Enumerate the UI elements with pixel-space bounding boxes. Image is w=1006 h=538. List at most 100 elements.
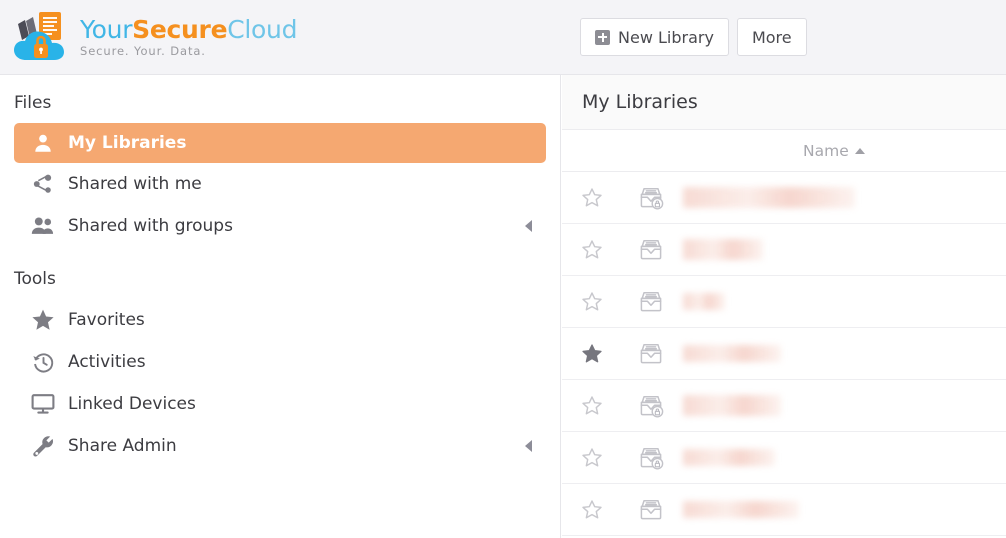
- library-icon: [638, 237, 664, 263]
- table-row[interactable]: [562, 380, 1006, 432]
- brand-wordmark: YourSecureCloud Secure. Your. Data.: [80, 17, 297, 58]
- sidebar-item-label: Share Admin: [68, 436, 177, 456]
- wrench-icon: [26, 435, 60, 458]
- table-row[interactable]: [562, 172, 1006, 224]
- collapse-caret-icon[interactable]: [525, 220, 532, 232]
- sidebar-item-label: Shared with me: [68, 174, 202, 194]
- sidebar-item-activities[interactable]: Activities: [14, 341, 546, 383]
- sidebar-item-shared-with-me[interactable]: Shared with me: [14, 163, 546, 205]
- star-outline-icon[interactable]: [581, 187, 603, 209]
- star-filled-icon[interactable]: [581, 343, 603, 365]
- share-nodes-icon: [26, 173, 60, 195]
- brand-word-secure: Secure: [132, 14, 228, 44]
- sidebar-item-label: Linked Devices: [68, 394, 196, 414]
- sidebar-section-title-tools: Tools: [14, 269, 56, 289]
- library-icon: [638, 497, 664, 523]
- brand-title: YourSecureCloud: [80, 17, 297, 42]
- brand-logo[interactable]: YourSecureCloud Secure. Your. Data.: [12, 6, 297, 68]
- library-name-cell[interactable]: [679, 187, 1006, 208]
- sidebar-item-label: Activities: [68, 352, 146, 372]
- library-name-cell[interactable]: [679, 449, 1006, 466]
- column-header-name[interactable]: Name: [803, 142, 865, 160]
- user-icon: [26, 132, 60, 154]
- history-clock-icon: [26, 351, 60, 374]
- library-name-cell[interactable]: [679, 395, 1006, 416]
- star-outline-icon[interactable]: [581, 499, 603, 521]
- app-root: YourSecureCloud Secure. Your. Data. New …: [0, 0, 1006, 538]
- top-header: YourSecureCloud Secure. Your. Data. New …: [0, 0, 1006, 75]
- library-name-redacted: [683, 501, 799, 518]
- table-row[interactable]: [562, 276, 1006, 328]
- star-outline-icon[interactable]: [581, 239, 603, 261]
- library-name-cell[interactable]: [679, 239, 1006, 260]
- library-type-cell: [622, 497, 679, 523]
- monitor-icon: [26, 393, 60, 415]
- library-type-cell: [622, 341, 679, 367]
- new-library-button-label: New Library: [618, 27, 714, 47]
- star-outline-icon[interactable]: [581, 395, 603, 417]
- library-name-redacted: [683, 293, 725, 310]
- library-type-cell: [622, 393, 679, 419]
- favorite-cell: [562, 395, 622, 417]
- users-group-icon: [26, 215, 60, 237]
- star-outline-icon[interactable]: [581, 447, 603, 469]
- library-name-redacted: [683, 395, 781, 416]
- sidebar-item-shared-with-groups[interactable]: Shared with groups: [14, 205, 546, 247]
- main-panel-header: My Libraries: [562, 75, 1006, 130]
- yoursecurecloud-logo-icon: [12, 8, 74, 66]
- library-name-redacted: [683, 449, 775, 466]
- star-outline-icon[interactable]: [581, 291, 603, 313]
- favorite-cell: [562, 499, 622, 521]
- sidebar-item-linked-devices[interactable]: Linked Devices: [14, 383, 546, 425]
- sidebar-item-label: My Libraries: [68, 133, 187, 153]
- more-button-label: More: [751, 27, 792, 47]
- column-header-name-cell: Name: [679, 142, 1006, 160]
- library-icon: [638, 289, 664, 315]
- column-header-name-label: Name: [803, 141, 849, 160]
- favorite-cell: [562, 291, 622, 313]
- library-table-body: [562, 172, 1006, 536]
- sidebar-item-favorites[interactable]: Favorites: [14, 299, 546, 341]
- brand-tagline: Secure. Your. Data.: [80, 43, 206, 58]
- sidebar-item-my-libraries[interactable]: My Libraries: [14, 123, 546, 163]
- sidebar-section-title-files: Files: [14, 93, 52, 113]
- plus-square-icon: [595, 29, 610, 45]
- library-icon: [638, 341, 664, 367]
- favorite-cell: [562, 239, 622, 261]
- brand-word-cloud: Cloud: [227, 14, 298, 44]
- library-name-cell[interactable]: [679, 293, 1006, 310]
- favorite-cell: [562, 343, 622, 365]
- library-type-cell: [622, 237, 679, 263]
- library-name-cell[interactable]: [679, 345, 1006, 362]
- caret-up-icon: [854, 147, 865, 154]
- brand-word-your: Your: [80, 14, 133, 44]
- new-library-button[interactable]: New Library: [580, 18, 729, 56]
- page-title: My Libraries: [582, 91, 698, 113]
- table-row[interactable]: [562, 484, 1006, 536]
- collapse-caret-icon[interactable]: [525, 440, 532, 452]
- library-encrypted-icon: [638, 445, 664, 471]
- library-encrypted-icon: [638, 393, 664, 419]
- library-type-cell: [622, 445, 679, 471]
- main-panel: My Libraries Name: [562, 75, 1006, 538]
- star-filled-icon: [26, 308, 60, 332]
- more-button[interactable]: More: [736, 18, 807, 56]
- library-name-redacted: [683, 187, 855, 208]
- favorite-cell: [562, 187, 622, 209]
- library-name-cell[interactable]: [679, 501, 1006, 518]
- sidebar-item-share-admin[interactable]: Share Admin: [14, 425, 546, 467]
- table-row[interactable]: [562, 224, 1006, 276]
- sidebar: Files My Libraries Shared with me Shared…: [0, 75, 561, 538]
- header-actions: New Library More: [580, 18, 807, 56]
- table-row[interactable]: [562, 328, 1006, 380]
- library-type-cell: [622, 185, 679, 211]
- library-name-redacted: [683, 345, 781, 362]
- table-row[interactable]: [562, 432, 1006, 484]
- library-table-header: Name: [562, 130, 1006, 172]
- library-encrypted-icon: [638, 185, 664, 211]
- library-name-redacted: [683, 239, 763, 260]
- favorite-cell: [562, 447, 622, 469]
- library-type-cell: [622, 289, 679, 315]
- sidebar-item-label: Favorites: [68, 310, 145, 330]
- sidebar-item-label: Shared with groups: [68, 216, 233, 236]
